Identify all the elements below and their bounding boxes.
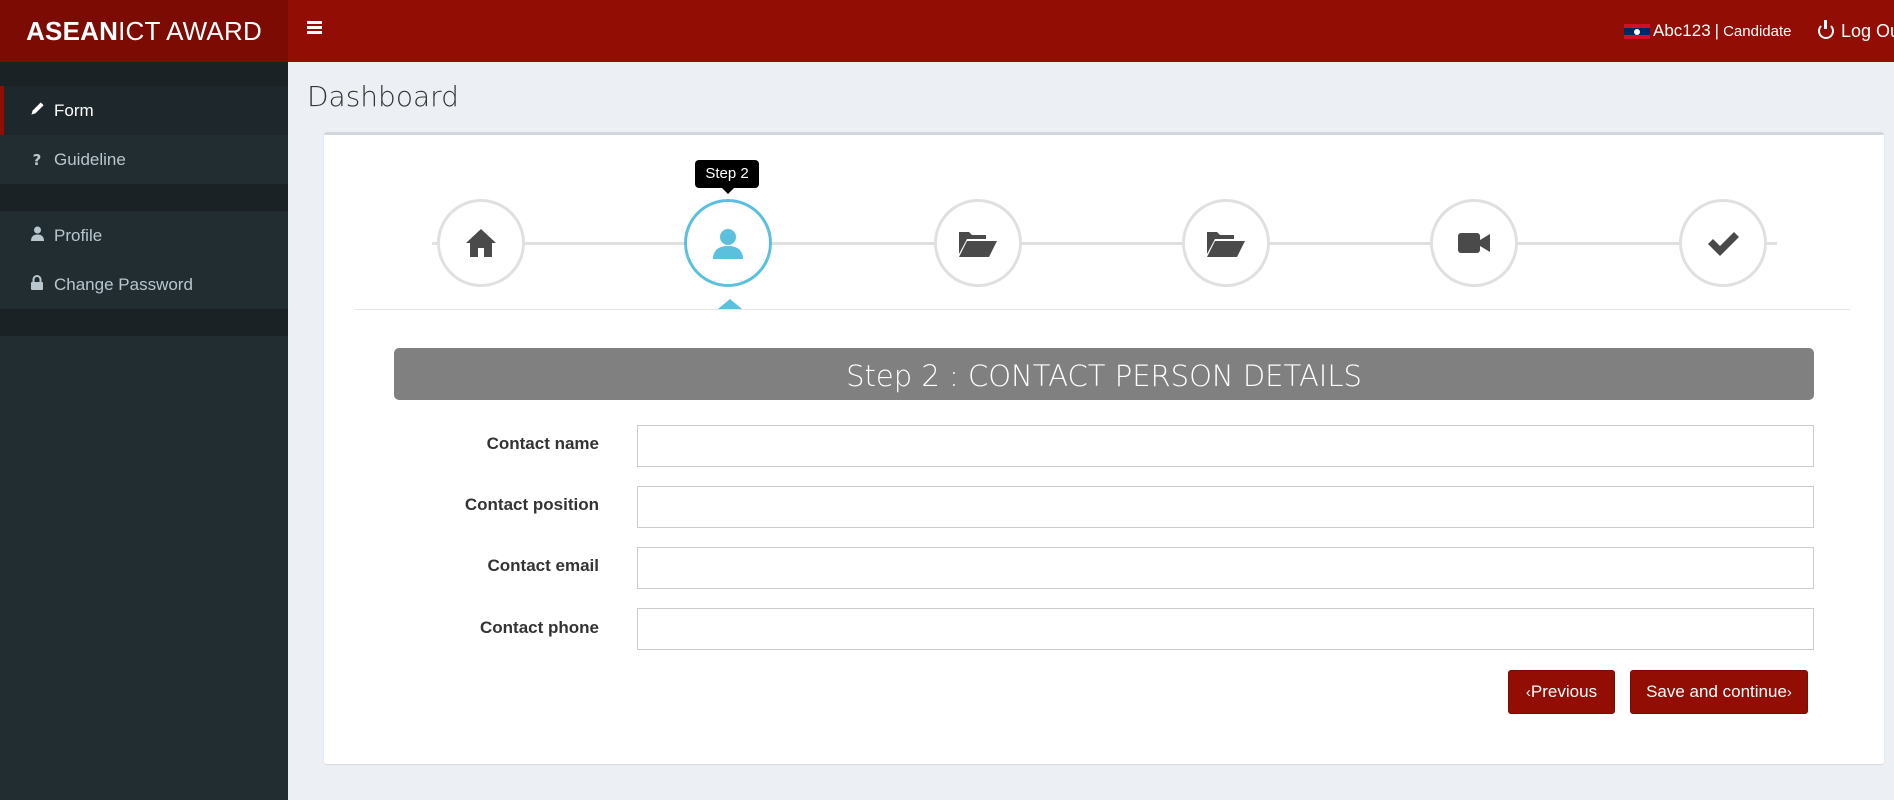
logo-text: ICT AWARD <box>118 16 262 46</box>
sidebar-spacer <box>0 309 288 336</box>
wizard-divider <box>355 309 1850 310</box>
sidebar-item-form[interactable]: Form <box>0 86 288 135</box>
page-title: Dashboard <box>307 80 459 113</box>
sidebar-spacer <box>0 184 288 211</box>
check-icon <box>1706 229 1740 257</box>
previous-button[interactable]: ‹ Previous <box>1508 670 1615 714</box>
power-icon <box>1818 20 1834 39</box>
wizard-step-2[interactable] <box>684 199 772 287</box>
sidebar-item-label: Guideline <box>54 149 126 169</box>
video-camera-icon <box>1457 231 1491 255</box>
contact-name-label: Contact name <box>486 434 599 453</box>
laos-flag-icon <box>1624 23 1650 39</box>
wizard-progress-track <box>432 242 1777 245</box>
user-icon <box>712 227 744 259</box>
wizard-step-5[interactable] <box>1430 199 1518 287</box>
user-icon <box>28 226 46 245</box>
sidebar-item-guideline[interactable]: ? Guideline <box>0 135 288 184</box>
pencil-icon <box>28 101 46 120</box>
wizard-step-4[interactable] <box>1182 199 1270 287</box>
question-icon: ? <box>32 150 42 169</box>
logout-label: Log Ou <box>1841 20 1894 41</box>
logo-bold-text: ASEAN <box>26 16 119 46</box>
contact-email-label: Contact email <box>487 556 599 575</box>
contact-position-input[interactable] <box>637 486 1814 528</box>
folder-open-icon <box>1206 228 1246 258</box>
step-title: Step 2 : CONTACT PERSON DETAILS <box>394 348 1814 400</box>
active-step-indicator <box>718 299 742 309</box>
wizard-step-1[interactable] <box>437 199 525 287</box>
top-navbar: ASEANICT AWARD Abc123 | Candidate Log Ou <box>0 0 1894 62</box>
save-and-continue-button[interactable]: Save and continue › <box>1630 670 1808 714</box>
previous-button-label: Previous <box>1530 682 1598 701</box>
chevron-right-icon: › <box>1786 683 1792 701</box>
contact-email-input[interactable] <box>637 547 1814 589</box>
save-and-continue-label: Save and continue <box>1646 682 1787 701</box>
lock-icon <box>28 275 46 294</box>
contact-position-label: Contact position <box>464 495 599 514</box>
logout-button[interactable]: Log Ou <box>1818 0 1894 62</box>
contact-name-input[interactable] <box>637 425 1814 467</box>
user-role: Candidate <box>1723 22 1792 40</box>
sidebar: Form ? Guideline Profile Change Password <box>0 62 288 800</box>
sidebar-spacer <box>0 62 288 86</box>
hamburger-icon[interactable] <box>300 14 330 44</box>
folder-open-icon <box>958 228 998 258</box>
contact-phone-input[interactable] <box>637 608 1814 650</box>
sidebar-item-profile[interactable]: Profile <box>0 211 288 260</box>
user-separator: | <box>1714 21 1720 40</box>
sidebar-item-label: Form <box>54 100 94 120</box>
wizard-step-3[interactable] <box>934 199 1022 287</box>
wizard-step-6[interactable] <box>1679 199 1767 287</box>
sidebar-item-label: Change Password <box>54 274 193 294</box>
sidebar-item-label: Profile <box>54 225 103 245</box>
home-icon <box>465 228 497 258</box>
user-menu[interactable]: Abc123 | Candidate <box>1624 0 1791 62</box>
sidebar-item-change-password[interactable]: Change Password <box>0 260 288 309</box>
contact-phone-label: Contact phone <box>480 618 599 637</box>
username: Abc123 <box>1653 21 1711 40</box>
app-logo[interactable]: ASEANICT AWARD <box>0 0 288 62</box>
step-tooltip: Step 2 <box>695 160 759 194</box>
